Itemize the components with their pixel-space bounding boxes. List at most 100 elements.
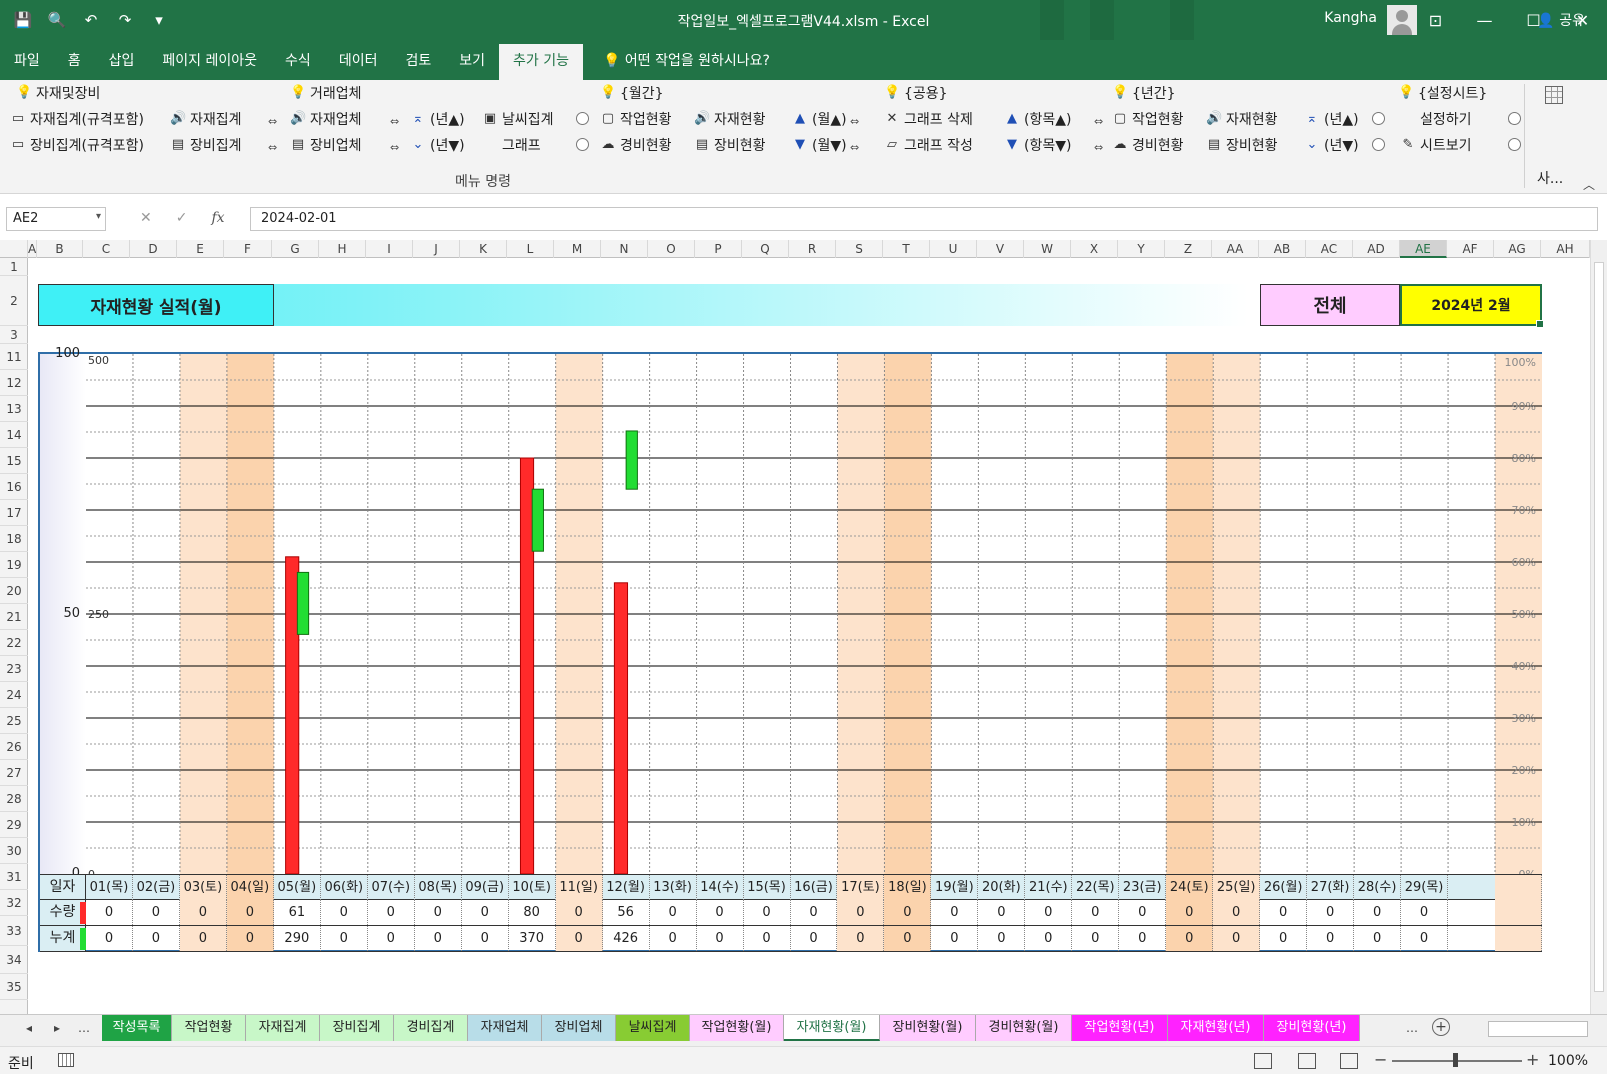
column-header[interactable]: D [130,240,177,258]
date-cell[interactable]: 07(수) [368,875,415,900]
date-cell[interactable]: 27(화) [1307,875,1355,900]
date-cell[interactable] [1495,875,1542,900]
value-cell[interactable]: 0 [1025,926,1073,951]
column-header[interactable]: T [883,240,930,258]
column-header[interactable]: N [601,240,648,258]
select-all-corner[interactable] [0,240,28,258]
row-header[interactable]: 31 [0,864,28,890]
column-header[interactable]: P [695,240,742,258]
column-header[interactable]: F [224,240,272,258]
ribbon-button-row2-4[interactable]: 그래프 [502,134,541,156]
ribbon-tab-3[interactable]: 페이지 레이아웃 [148,44,271,80]
sheet-tab[interactable]: 작업현황 [172,1015,246,1041]
ribbon-tab-4[interactable]: 수식 [271,44,325,80]
value-cell[interactable]: 0 [650,926,697,951]
value-cell[interactable]: 0 [978,900,1026,925]
sheet-tab[interactable]: 장비집계 [320,1015,394,1041]
column-header[interactable]: AF [1447,240,1494,258]
ribbon-button-row2-6[interactable]: ▤ 장비현황 [694,134,766,156]
row-header[interactable]: 23 [0,656,28,682]
value-cell[interactable]: 61 [274,900,321,925]
value-cell[interactable]: 0 [837,900,885,925]
row-header[interactable]: 18 [0,526,28,552]
value-cell[interactable]: 0 [368,900,415,925]
value-cell[interactable] [1495,900,1542,925]
user-name[interactable]: Kangha [1324,10,1377,26]
value-cell[interactable]: 0 [415,900,462,925]
sheet-tab[interactable]: 장비현황(년) [1264,1015,1360,1041]
scroll-thumb[interactable] [1594,262,1604,992]
value-cell[interactable]: 0 [1213,926,1261,951]
radio-option[interactable] [1372,112,1385,125]
ribbon-tab-1[interactable]: 홈 [54,44,95,80]
ribbon-button-row1-1[interactable]: 🔊 자재집계 [170,108,242,130]
value-cell[interactable] [1495,926,1542,951]
ribbon-button-row1-0[interactable]: ▭ 자재집계(규격포함) [10,108,144,130]
zoom-in-icon[interactable]: + [1526,1050,1539,1069]
column-header[interactable]: U [930,240,977,258]
ribbon-button-row2-3[interactable]: ⌄ (년▼) [410,134,465,156]
collapse-ribbon-icon[interactable]: ︿ [1583,176,1595,193]
row-header[interactable]: 24 [0,682,28,708]
date-cell[interactable]: 15(목) [744,875,791,900]
value-cell[interactable]: 0 [462,900,509,925]
value-cell[interactable]: 0 [650,900,697,925]
ribbon-button-row2-8[interactable]: ▱ 그래프 작성 [884,134,973,156]
value-cell[interactable]: 370 [509,926,556,951]
ribbon-button-row2-7[interactable]: ▼ (월▼) [792,134,847,156]
date-cell[interactable]: 03(토) [179,875,227,900]
row-header[interactable]: 15 [0,448,28,474]
date-cell[interactable]: 22(목) [1072,875,1120,900]
date-cell[interactable]: 20(화) [978,875,1026,900]
sheet-tab[interactable]: 장비현황(월) [880,1015,976,1041]
value-cell[interactable]: 0 [884,900,932,925]
column-header[interactable]: I [366,240,413,258]
date-cell[interactable]: 24(토) [1166,875,1214,900]
sheet-tab[interactable]: 경비현황(월) [976,1015,1072,1041]
normal-view-icon[interactable] [1254,1053,1272,1069]
value-cell[interactable]: 0 [1260,900,1308,925]
value-cell[interactable]: 0 [1025,900,1073,925]
row-header[interactable]: 25 [0,708,28,734]
value-cell[interactable]: 0 [86,900,133,925]
column-header[interactable]: S [836,240,883,258]
row-header[interactable]: 30 [0,838,28,864]
value-cell[interactable]: 0 [1401,926,1449,951]
ribbon-button-row1-2[interactable]: 🔊 자재업체 [290,108,362,130]
date-cell[interactable]: 26(월) [1260,875,1308,900]
date-cell[interactable]: 12(월) [603,875,650,900]
column-header[interactable]: X [1071,240,1118,258]
row-header[interactable]: 32 [0,890,28,916]
column-header[interactable]: AG [1494,240,1541,258]
date-cell[interactable]: 21(수) [1025,875,1073,900]
column-header[interactable]: C [83,240,130,258]
value-cell[interactable]: 0 [555,900,603,925]
ribbon-button-row1-9[interactable]: ▲ (항목▲) [1004,108,1071,130]
date-cell[interactable]: 23(금) [1119,875,1167,900]
value-cell[interactable]: 0 [1213,900,1261,925]
share-button[interactable]: 👤 공유 [1537,10,1585,30]
ribbon-tab-8[interactable]: 추가 기능 [498,44,583,80]
value-cell[interactable]: 0 [744,926,791,951]
row-header[interactable]: 21 [0,604,28,630]
add-sheet-icon[interactable]: + [1432,1018,1450,1036]
value-cell[interactable]: 0 [555,926,603,951]
column-header[interactable]: H [319,240,366,258]
ribbon-tab-0[interactable]: 파일 [0,44,54,80]
date-cell[interactable]: 25(일) [1213,875,1261,900]
row-header[interactable]: 14 [0,422,28,448]
ribbon-button-row2-10[interactable]: ☁ 경비현황 [1112,134,1184,156]
function-icon[interactable]: fx [211,210,224,226]
sheet-tab[interactable]: 작성목록 [102,1015,172,1041]
row-header[interactable]: 34 [0,946,28,974]
row-header[interactable]: 13 [0,396,28,422]
row-header[interactable]: 12 [0,370,28,396]
table-icon[interactable] [1545,86,1563,104]
value-cell[interactable]: 0 [1401,900,1449,925]
column-header[interactable]: J [413,240,460,258]
ribbon-tab-6[interactable]: 검토 [391,44,445,80]
name-box[interactable]: AE2 [6,207,106,231]
value-cell[interactable]: 0 [133,926,180,951]
column-header[interactable]: AA [1212,240,1259,258]
value-cell[interactable]: 0 [697,900,744,925]
